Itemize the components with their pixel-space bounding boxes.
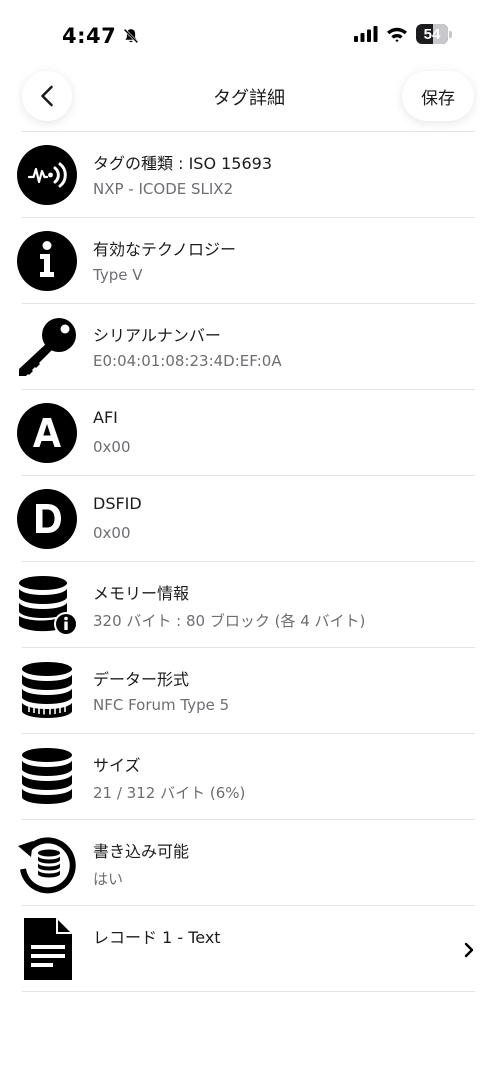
signal-icon: [354, 26, 378, 42]
nfc-tag-icon: [16, 144, 78, 206]
row-serial-number[interactable]: シリアルナンバー E0:04:01:08:23:4D:EF:0A: [19, 304, 475, 390]
row-title: タグの種類 : ISO 15693: [93, 154, 273, 173]
row-subtitle: NFC Forum Type 5: [93, 696, 230, 714]
row-title: 書き込み可能: [93, 842, 190, 861]
database-size-icon: [16, 746, 78, 808]
row-subtitle: NXP - ICODE SLIX2: [93, 180, 234, 198]
row-title: データー形式: [93, 670, 190, 689]
status-bar: 4:47 54: [0, 0, 498, 70]
row-title: メモリー情報: [93, 584, 190, 603]
chevron-right-icon: [464, 942, 474, 958]
row-title: AFI: [93, 408, 118, 427]
row-subtitle: E0:04:01:08:23:4D:EF:0A: [93, 352, 282, 370]
writable-refresh-icon: [16, 832, 78, 894]
row-afi[interactable]: AFI 0x00: [17, 390, 475, 476]
row-subtitle: はい: [93, 870, 124, 888]
nav-bar: タグ詳細 保存: [0, 70, 498, 130]
bell-slash-icon: [123, 28, 139, 44]
letter-d-icon: [16, 488, 78, 550]
row-title: レコード 1 - Text: [93, 928, 221, 947]
status-time-text: 4:47: [62, 24, 117, 48]
database-format-icon: [16, 660, 78, 722]
battery-level: 54: [423, 25, 441, 43]
status-time: 4:47: [62, 24, 140, 48]
wifi-icon: [387, 27, 407, 42]
battery-body: 54: [416, 24, 448, 44]
save-button[interactable]: 保存: [402, 71, 474, 121]
row-record-1[interactable]: レコード 1 - Text: [22, 906, 475, 992]
letter-a-icon: [16, 402, 78, 464]
row-title: DSFID: [93, 494, 142, 513]
database-info-icon: [16, 574, 78, 636]
row-title: シリアルナンバー: [93, 326, 221, 345]
row-subtitle: Type V: [93, 266, 143, 284]
row-title: サイズ: [93, 756, 141, 775]
key-icon: [16, 316, 78, 378]
info-icon: [16, 230, 78, 292]
row-data-format[interactable]: データー形式 NFC Forum Type 5: [22, 648, 475, 734]
status-indicators: 54: [354, 24, 452, 44]
row-dsfid[interactable]: DSFID 0x00: [17, 476, 475, 562]
row-technology[interactable]: 有効なテクノロジー Type V: [17, 218, 475, 304]
row-writable[interactable]: 書き込み可能 はい: [18, 820, 475, 906]
row-title: 有効なテクノロジー: [93, 240, 237, 259]
row-memory-info[interactable]: メモリー情報 320 バイト : 80 ブロック (各 4 バイト): [19, 562, 475, 648]
row-tag-type[interactable]: タグの種類 : ISO 15693 NXP - ICODE SLIX2: [17, 132, 475, 218]
battery-icon: 54: [416, 24, 452, 44]
tag-detail-list: タグの種類 : ISO 15693 NXP - ICODE SLIX2 有効なテ…: [17, 131, 475, 992]
row-subtitle: 21 / 312 バイト (6%): [93, 784, 246, 802]
row-size[interactable]: サイズ 21 / 312 バイト (6%): [22, 734, 475, 820]
row-subtitle: 320 バイト : 80 ブロック (各 4 バイト): [93, 612, 366, 630]
document-icon: [16, 918, 78, 980]
row-subtitle: 0x00: [93, 524, 131, 542]
row-subtitle: 0x00: [93, 438, 131, 456]
battery-cap: [449, 30, 452, 38]
